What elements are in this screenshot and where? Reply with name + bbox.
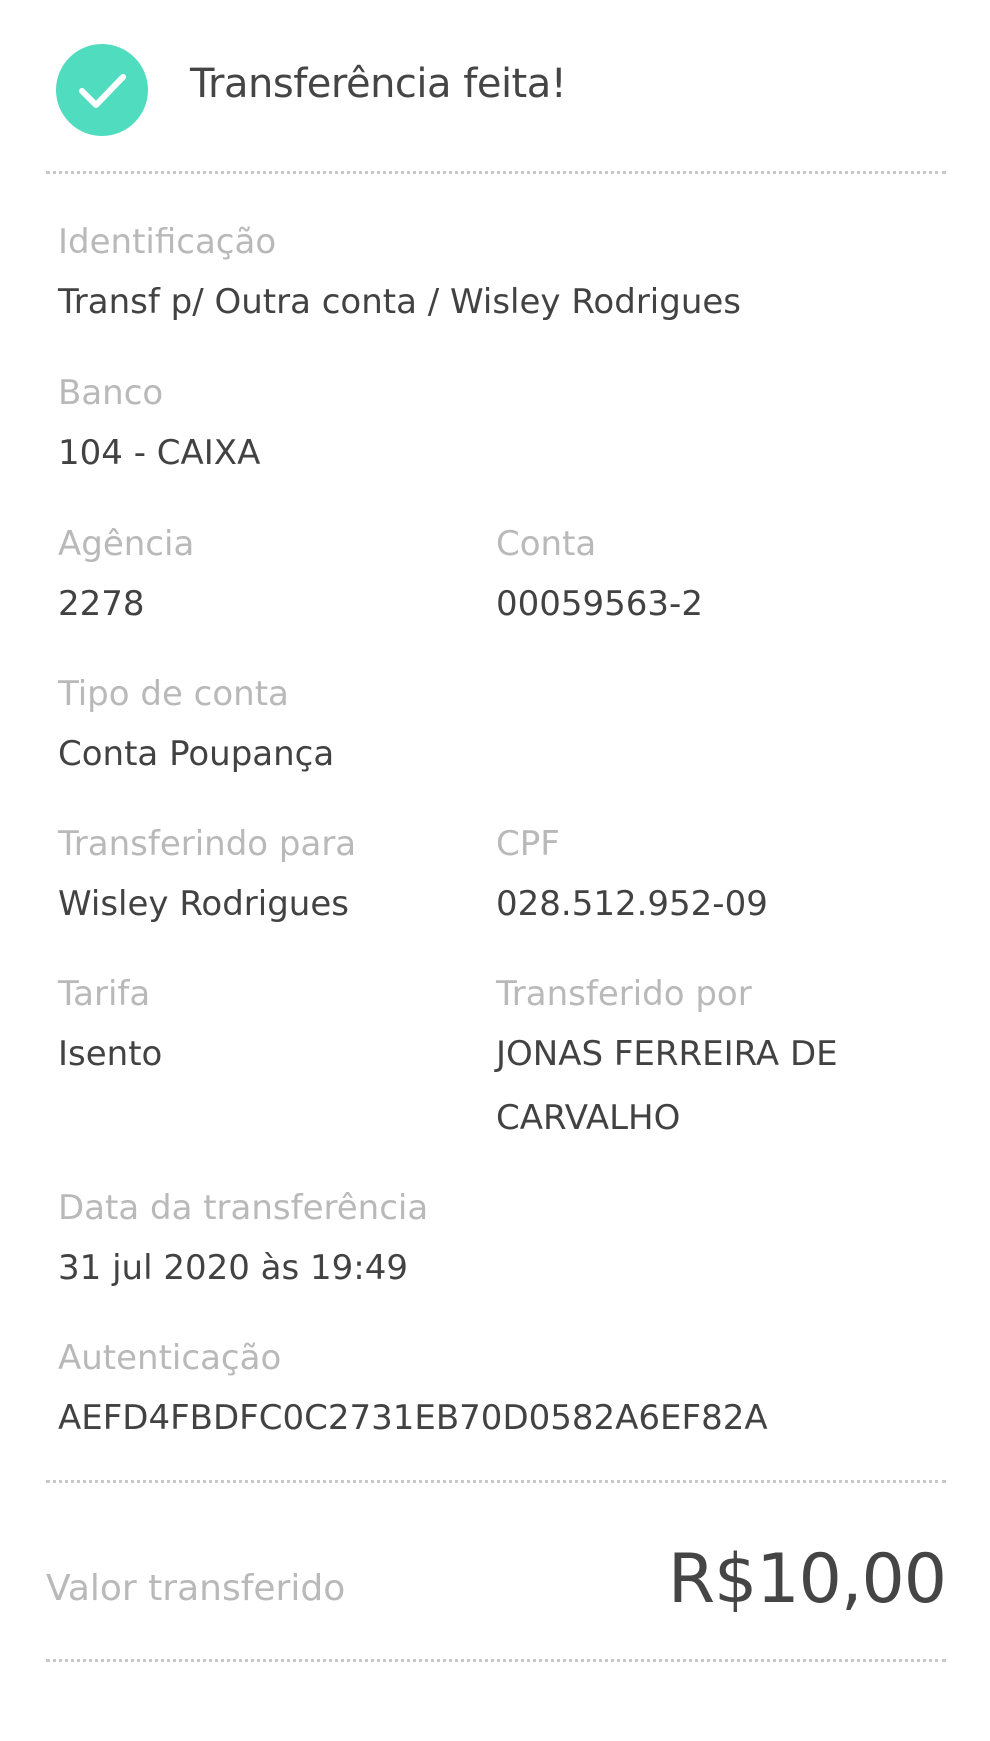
field-tarifa: Tarifa Isento	[58, 972, 162, 1076]
transferido-por-value: JONAS FERREIRA DE CARVALHO	[496, 1034, 838, 1138]
amount-value: R$10,00	[667, 1540, 947, 1619]
tarifa-value: Isento	[58, 1034, 163, 1074]
field-conta: Conta 00059563-2	[496, 522, 703, 626]
receipt-header: Transferência feita!	[0, 0, 990, 170]
top-divider	[46, 171, 946, 174]
check-icon	[56, 44, 148, 136]
field-banco: Banco 104 - CAIXA	[58, 371, 260, 475]
field-tipo-conta: Tipo de conta Conta Poupança	[58, 672, 334, 776]
field-data: Data da transferência 31 jul 2020 às 19:…	[58, 1186, 428, 1290]
tarifa-label: Tarifa	[58, 974, 151, 1014]
transferido-por-label: Transferido por	[496, 974, 752, 1014]
autenticacao-value: AEFD4FBDFC0C2731EB70D0582A6EF82A	[58, 1398, 768, 1438]
check-mark-glyph	[79, 74, 126, 108]
middle-divider	[46, 1480, 946, 1483]
cpf-value: 028.512.952-09	[496, 884, 768, 924]
transferindo-para-label: Transferindo para	[58, 824, 357, 864]
conta-value: 00059563-2	[496, 584, 703, 624]
field-transferido-por: Transferido por JONAS FERREIRA DE CARVAL…	[496, 972, 936, 1150]
page-title: Transferência feita!	[190, 61, 567, 107]
identificacao-label: Identificação	[58, 222, 277, 262]
cpf-label: CPF	[496, 824, 560, 864]
transferindo-para-value: Wisley Rodrigues	[58, 884, 349, 924]
banco-label: Banco	[58, 373, 164, 413]
field-autenticacao: Autenticação AEFD4FBDFC0C2731EB70D0582A6…	[58, 1336, 768, 1440]
amount-label: Valor transferido	[46, 1568, 346, 1609]
field-identificacao: Identificação Transf p/ Outra conta / Wi…	[58, 220, 741, 324]
autenticacao-label: Autenticação	[58, 1338, 282, 1378]
tipo-conta-value: Conta Poupança	[58, 734, 335, 774]
field-cpf: CPF 028.512.952-09	[496, 822, 768, 926]
bottom-divider	[46, 1659, 946, 1662]
field-agencia: Agência 2278	[58, 522, 194, 626]
conta-label: Conta	[496, 524, 597, 564]
banco-value: 104 - CAIXA	[58, 433, 261, 473]
agencia-value: 2278	[58, 584, 145, 624]
agencia-label: Agência	[58, 524, 195, 564]
data-label: Data da transferência	[58, 1188, 429, 1228]
data-value: 31 jul 2020 às 19:49	[58, 1248, 408, 1288]
tipo-conta-label: Tipo de conta	[58, 674, 289, 714]
identificacao-value: Transf p/ Outra conta / Wisley Rodrigues	[58, 282, 742, 322]
field-transferindo-para: Transferindo para Wisley Rodrigues	[58, 822, 356, 926]
